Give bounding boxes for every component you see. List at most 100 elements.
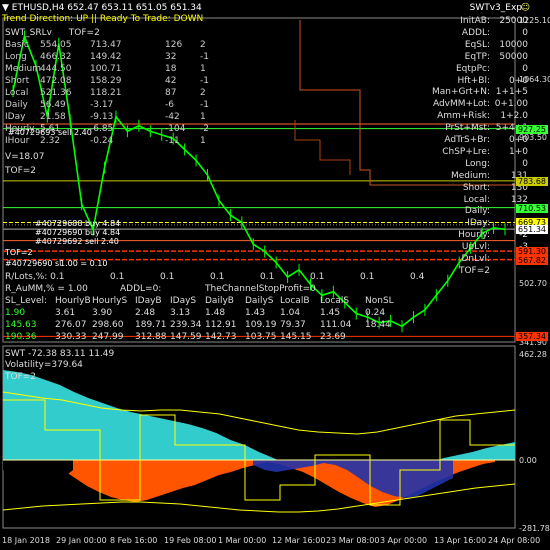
symbol-line: ▼ ETHUSD,H4 652.47 653.11 651.05 651.34 xyxy=(2,3,202,13)
levels-row-c2: 118.21 xyxy=(90,88,122,98)
price-axis-tick: 502.70 xyxy=(519,279,547,289)
symbol-ohlc: ETHUSD,H4 652.47 653.11 651.05 651.34 xyxy=(11,3,202,13)
levels-row-c4: 2 xyxy=(200,40,206,50)
param-label: EqSL: xyxy=(464,39,490,50)
levels-row-c3: 32 xyxy=(165,52,177,62)
price-tag[interactable]: 783.68 xyxy=(516,176,548,186)
levels-row-label: Short xyxy=(5,76,30,86)
rlots-value: 0.1 xyxy=(310,272,325,282)
levels-row-c3: 18 xyxy=(165,64,177,74)
sub-tof: TOF=2 xyxy=(5,372,37,382)
sl-row-value: 142.73 xyxy=(205,332,237,342)
levels-row-c4: 1 xyxy=(200,64,206,74)
levels-row-label: IDay xyxy=(5,112,26,122)
levels-row-c2: 100.71 xyxy=(90,64,122,74)
price-tag[interactable]: 651.34 xyxy=(516,225,548,235)
order-sl-label[interactable]: #40729690 sl xyxy=(5,259,61,269)
levels-row-c2: -6.85 xyxy=(90,124,114,134)
levels-row-label: Basic xyxy=(5,40,29,50)
levels-row-c1: 521.36 xyxy=(40,88,72,98)
sl-row-value: 109.19 xyxy=(245,320,277,330)
price-tag[interactable]: 357.34 xyxy=(516,332,548,342)
sl-row-value: 312.88 xyxy=(135,332,167,342)
order-tof: TOF=2 xyxy=(5,248,33,257)
expert-name[interactable]: SWTv3_Exp xyxy=(470,3,522,13)
sl-row-value: 276.07 xyxy=(55,320,87,330)
sl-row-value: 239.34 xyxy=(170,320,202,330)
time-axis-tick: 23 Mar 08:00 xyxy=(326,536,380,545)
sl-row-value: 1.48 xyxy=(205,308,226,318)
rlots-value: 0.1 xyxy=(360,272,375,282)
sl-row-value: 1.43 xyxy=(245,308,266,318)
param-label: Short: xyxy=(462,182,490,193)
levels-row-c1: 444.50 xyxy=(40,64,72,74)
sl-row-value: 147.59 xyxy=(170,332,202,342)
param-label: UpLvl: xyxy=(461,242,490,253)
param-label: DnLvl: xyxy=(461,254,490,264)
sl-header: IDayS xyxy=(170,296,197,306)
param-label: AdTrS+Br: xyxy=(444,135,490,145)
time-axis-tick: 1 Mar 00:00 xyxy=(218,536,267,545)
trend-value: UP xyxy=(76,14,89,24)
levels-row-label: Daily xyxy=(5,100,28,110)
levels-row-c4: 1 xyxy=(200,136,206,146)
addl-label: ADDL=0: xyxy=(120,284,162,294)
levels-row-label: Medium xyxy=(5,64,41,74)
levels-row-c2: 158.29 xyxy=(90,76,122,86)
param-label: EqtpPc: xyxy=(455,63,490,74)
dark-area xyxy=(3,460,73,505)
sl-header: IDayB xyxy=(135,296,162,306)
param-value: 1+0 xyxy=(509,146,528,157)
tof-line: TOF=2 xyxy=(5,166,37,176)
sl-row-value: 3.13 xyxy=(170,308,191,318)
trend-label: Trend Direction: xyxy=(2,14,74,24)
param-value: 1+1+5 xyxy=(495,87,528,98)
param-label: PrSt+Mst: xyxy=(445,123,490,134)
param-label: Daily: xyxy=(464,206,490,217)
price-tag[interactable]: 710.53 xyxy=(516,203,548,213)
sl-row-value: 330.33 xyxy=(55,332,87,342)
order-sell-label-2[interactable]: #40729692 sell 2.40 xyxy=(35,237,119,247)
levels-row-c4: -1 xyxy=(200,76,209,86)
sub-axis-tick: -281.78 xyxy=(519,524,550,533)
param-label: ChSP+Lre: xyxy=(442,146,490,157)
ta-line: 1.00 = 0.10 xyxy=(60,259,108,268)
param-label: Hourly: xyxy=(458,230,490,241)
levels-row-c3: -104 xyxy=(165,124,186,134)
sl-header: SL_Level: xyxy=(5,296,48,306)
sl-row-value: 79.37 xyxy=(280,320,306,330)
param-label: AdvMM+Lot: xyxy=(432,99,490,110)
param-value: 0 xyxy=(522,63,528,74)
levels-row-c2: -9.13 xyxy=(90,112,114,122)
levels-row-c3: -42 xyxy=(165,112,180,122)
price-tag[interactable]: 567.82 xyxy=(516,255,548,265)
sl-row-value: 1.45 xyxy=(320,308,341,318)
param-value: 0 xyxy=(522,27,528,38)
levels-row-c1: 472.08 xyxy=(40,76,72,86)
param-label: EqTP: xyxy=(464,51,490,62)
order-sell-label[interactable]: #40729693 sell 2.40 xyxy=(8,128,92,138)
levels-row-label: Local xyxy=(5,88,29,98)
sl-row-value: 298.60 xyxy=(92,320,124,330)
time-axis-tick: 12 Mar 16:00 xyxy=(272,536,326,545)
sl-header: DailyS xyxy=(245,296,274,306)
time-axis-tick: 18 Jan 2018 xyxy=(2,536,50,545)
chevron-down-icon: ▼ xyxy=(2,3,9,13)
levels-row-c4: -1 xyxy=(200,52,209,62)
levels-row-c1: 554.05 xyxy=(40,40,72,50)
sl-header: LocalS xyxy=(320,296,350,306)
price-axis-tick: 1225.10 xyxy=(519,16,550,25)
time-axis-tick: 3 Apr 00:00 xyxy=(380,536,428,545)
time-axis-tick: 19 Feb 08:00 xyxy=(164,536,217,545)
levels-row-c3: 126 xyxy=(165,40,183,50)
sl-header: HourlyB xyxy=(55,296,91,306)
levels-row-c3: 87 xyxy=(165,88,177,98)
sl-header: LocalB xyxy=(280,296,310,306)
sl-row-value: 2.48 xyxy=(135,308,156,318)
levels-row-c3: 42 xyxy=(165,76,177,86)
price-tag[interactable]: 927.25 xyxy=(516,124,548,134)
stop-label: TheChannelStopProfit=0 xyxy=(205,284,316,294)
rlots-value: 0.1 xyxy=(210,272,225,282)
levels-row-c2: -3.17 xyxy=(90,100,114,110)
ready-label: Ready To Trade: xyxy=(99,14,171,24)
